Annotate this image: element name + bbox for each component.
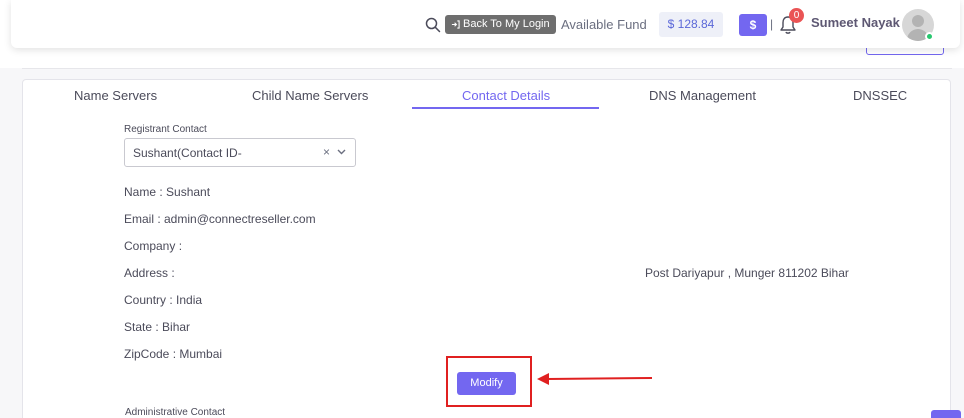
- tab-name-servers[interactable]: Name Servers: [74, 88, 157, 103]
- active-tab-indicator: [412, 107, 599, 109]
- contact-state: State : Bihar: [124, 320, 191, 334]
- arrow-icon: [537, 373, 653, 385]
- back-to-login-label: Back To My Login: [463, 18, 550, 30]
- administrative-contact-label: Administrative Contact: [125, 407, 226, 418]
- back-to-login-button[interactable]: Back To My Login: [445, 15, 556, 34]
- chevron-down-icon[interactable]: [337, 149, 346, 155]
- clear-selection-icon[interactable]: ×: [323, 145, 330, 159]
- tab-contact-details[interactable]: Contact Details: [462, 88, 550, 103]
- tab-dns-management[interactable]: DNS Management: [649, 88, 756, 103]
- tab-child-name-servers[interactable]: Child Name Servers: [252, 88, 368, 103]
- registrant-contact-select[interactable]: Sushant(Contact ID- ×: [124, 138, 356, 167]
- add-fund-button[interactable]: $: [739, 14, 767, 36]
- login-icon: [451, 20, 460, 29]
- contact-address-value: Post Dariyapur , Munger 811202 Bihar: [645, 266, 849, 280]
- navbar-separator: |: [770, 17, 774, 31]
- contact-zipcode: ZipCode : Mumbai: [124, 347, 223, 361]
- scroll-to-top-button[interactable]: [931, 410, 961, 418]
- registrant-contact-label: Registrant Contact: [124, 124, 207, 135]
- contact-email: Email : admin@connectreseller.com: [124, 212, 316, 226]
- contact-company: Company :: [124, 239, 183, 253]
- user-name[interactable]: Sumeet Nayak: [811, 15, 900, 30]
- header-divider: [22, 68, 952, 69]
- contact-address-label: Address :: [124, 266, 175, 280]
- available-fund-value: $ 128.84: [659, 12, 723, 37]
- highlight-box: [446, 356, 532, 407]
- contact-country: Country : India: [124, 293, 203, 307]
- contact-name: Name : Sushant: [124, 185, 211, 199]
- online-status-dot: [925, 32, 934, 41]
- avatar-icon: [912, 15, 924, 27]
- notification-badge: 0: [789, 8, 804, 23]
- registrant-contact-value: Sushant(Contact ID-: [133, 146, 242, 160]
- tab-dnssec[interactable]: DNSSEC: [853, 88, 907, 103]
- search-icon[interactable]: [425, 17, 441, 33]
- available-fund-label: Available Fund: [561, 17, 647, 32]
